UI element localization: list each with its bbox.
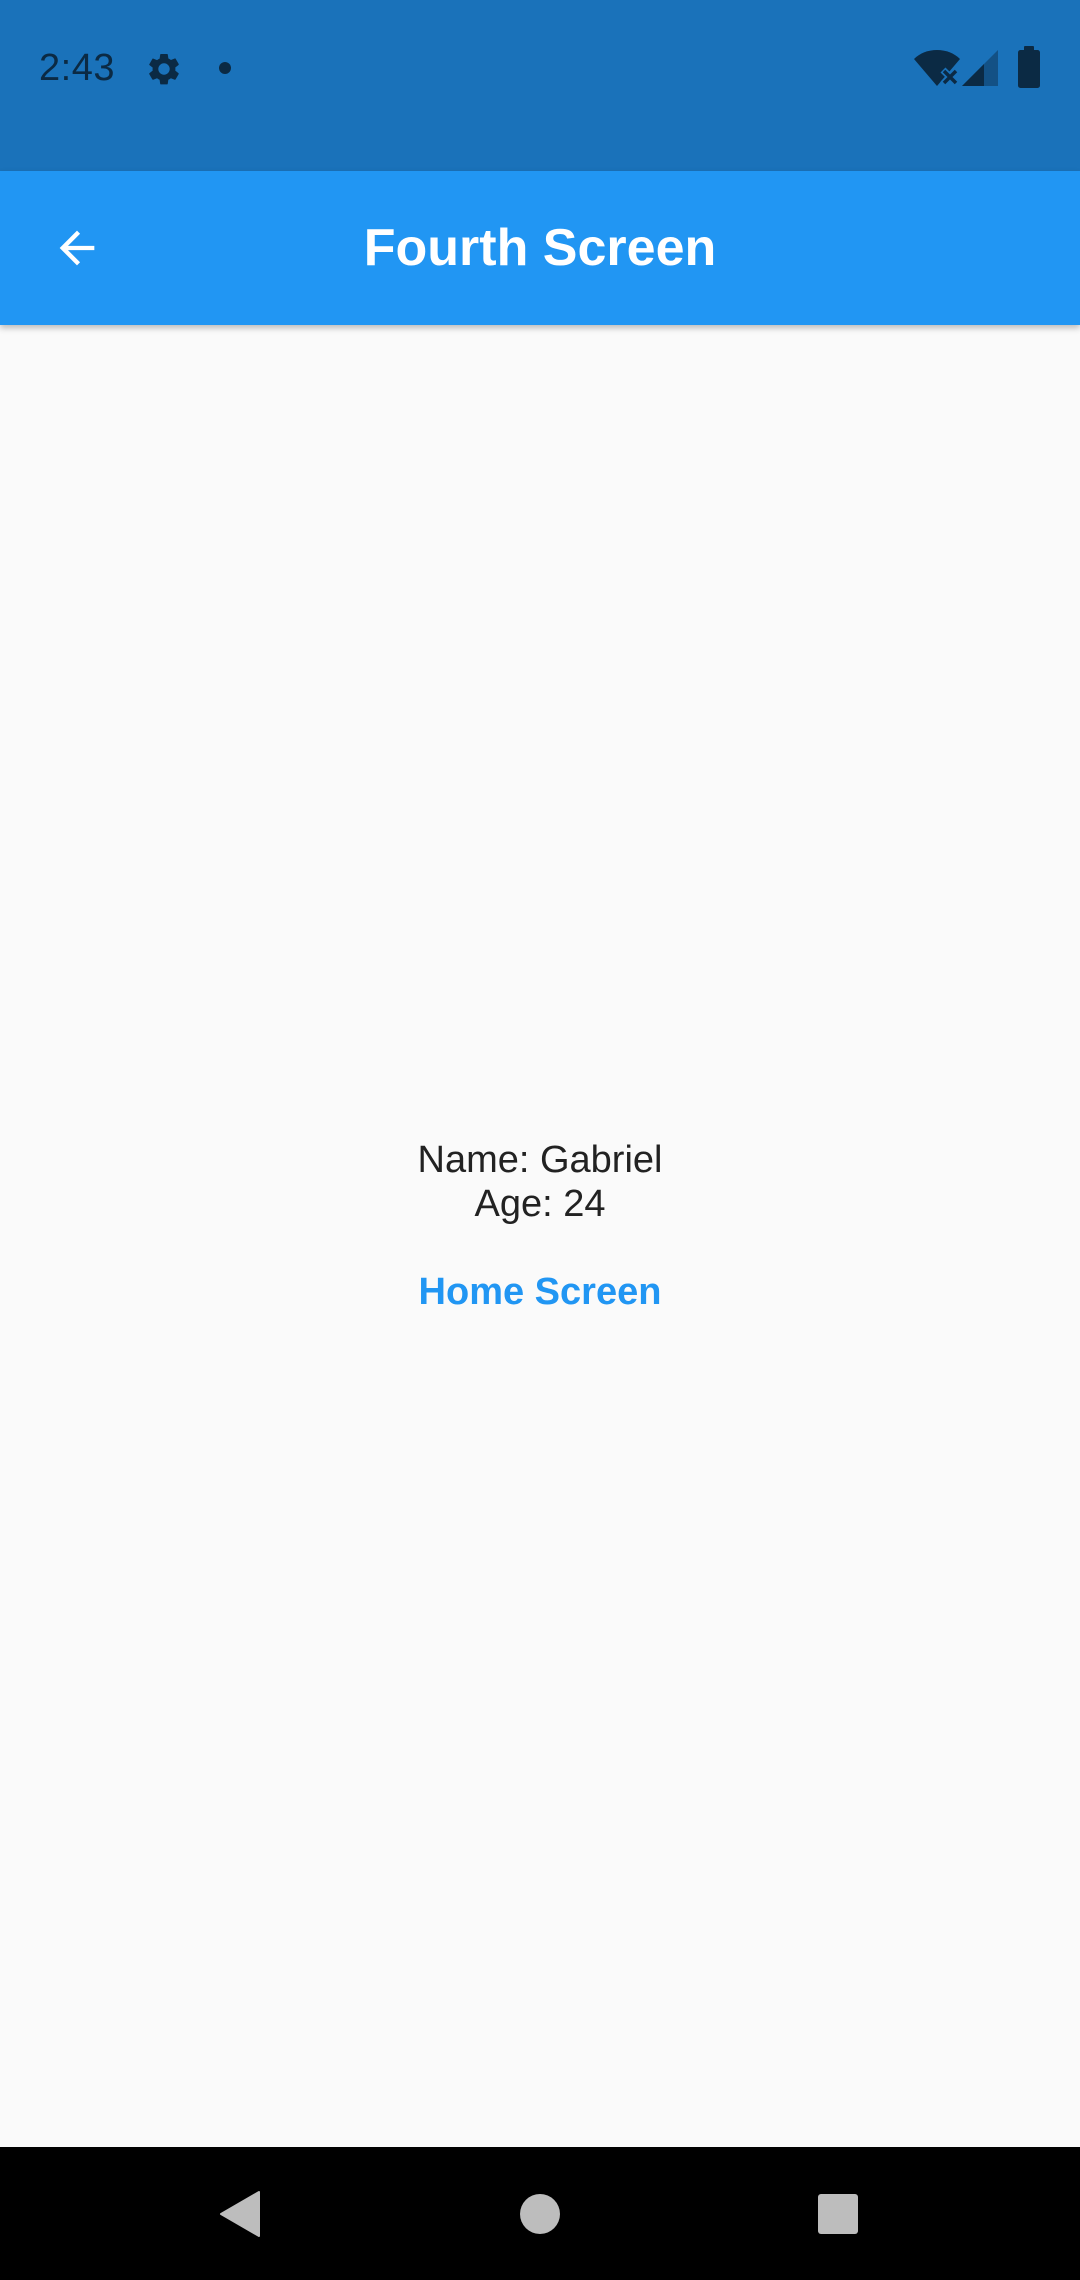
nav-recents-button[interactable] <box>758 2147 918 2280</box>
app-bar: Fourth Screen <box>0 171 1080 325</box>
notification-dot-icon <box>219 62 231 74</box>
status-bar: 2:43 <box>0 0 1080 171</box>
status-time: 2:43 <box>39 47 115 89</box>
home-circle-icon <box>520 2193 560 2234</box>
gear-icon <box>149 53 179 85</box>
wifi-off-icon <box>914 50 960 87</box>
signal-icon <box>962 50 998 86</box>
home-screen-button[interactable]: Home Screen <box>395 1250 686 1334</box>
back-triangle-icon <box>220 2190 260 2237</box>
recents-square-icon <box>818 2193 858 2234</box>
name-text: Name: Gabriel <box>417 1139 663 1181</box>
arrow-left-icon <box>59 230 95 266</box>
age-text: Age: 24 <box>474 1183 606 1225</box>
back-button[interactable] <box>32 203 122 293</box>
main-content: Name: Gabriel Age: 24 Home Screen <box>0 325 1080 2147</box>
battery-icon <box>1018 46 1040 88</box>
nav-back-button[interactable] <box>160 2147 320 2280</box>
system-nav-bar <box>0 2147 1080 2280</box>
nav-home-button[interactable] <box>460 2147 620 2280</box>
page-title: Fourth Screen <box>363 219 717 277</box>
